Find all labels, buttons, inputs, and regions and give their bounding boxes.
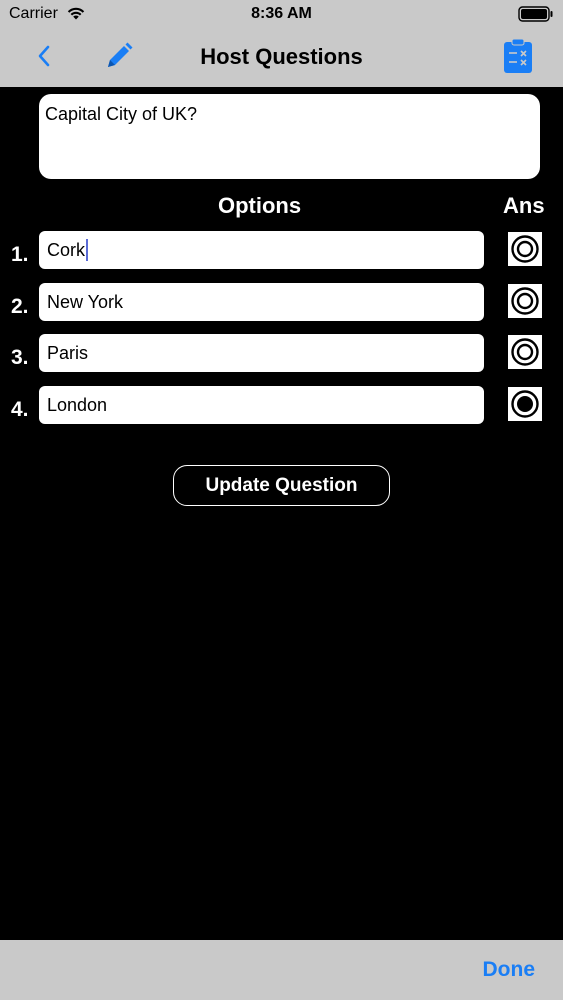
navigation-bar: Host Questions bbox=[0, 30, 563, 87]
bottom-toolbar: Done bbox=[0, 940, 563, 1000]
answer-header: Ans bbox=[503, 193, 545, 218]
radio-unselected-icon bbox=[511, 338, 539, 366]
radio-selected-icon bbox=[511, 390, 539, 418]
option-number: 4. bbox=[11, 398, 29, 421]
update-question-button[interactable]: Update Question bbox=[173, 465, 390, 506]
app-screen: Carrier 8:36 AM Host Questions Capital C… bbox=[0, 0, 563, 1000]
status-bar: Carrier 8:36 AM bbox=[0, 0, 563, 30]
clipboard-icon bbox=[503, 38, 533, 79]
answer-radio-button[interactable] bbox=[508, 335, 542, 369]
option-row: 2. New York bbox=[0, 283, 563, 323]
clipboard-button[interactable] bbox=[500, 38, 536, 78]
status-time: 8:36 AM bbox=[251, 5, 312, 22]
answer-radio-button[interactable] bbox=[508, 387, 542, 421]
option-number: 1. bbox=[11, 243, 29, 266]
answer-radio-button[interactable] bbox=[508, 232, 542, 266]
option-row: 4. London bbox=[0, 386, 563, 426]
option-number: 2. bbox=[11, 295, 29, 318]
option-input[interactable]: New York bbox=[39, 283, 484, 321]
page-title: Host Questions bbox=[200, 44, 363, 69]
option-input[interactable]: London bbox=[39, 386, 484, 424]
option-text: New York bbox=[47, 291, 124, 312]
answer-radio-button[interactable] bbox=[508, 284, 542, 318]
question-input[interactable]: Capital City of UK? bbox=[39, 94, 540, 179]
option-text: London bbox=[47, 394, 108, 415]
option-row: 3. Paris bbox=[0, 334, 563, 374]
option-text: Paris bbox=[47, 342, 89, 363]
option-number: 3. bbox=[11, 346, 29, 369]
option-text: Cork bbox=[47, 239, 86, 260]
options-header: Options bbox=[218, 193, 302, 218]
option-input[interactable]: Cork bbox=[39, 231, 484, 269]
battery-icon bbox=[518, 6, 554, 27]
text-caret bbox=[86, 239, 89, 261]
radio-unselected-icon bbox=[511, 287, 539, 315]
option-input[interactable]: Paris bbox=[39, 334, 484, 372]
option-row: 1. Cork bbox=[0, 231, 563, 271]
radio-unselected-icon bbox=[511, 235, 539, 263]
done-button[interactable]: Done bbox=[483, 958, 536, 982]
